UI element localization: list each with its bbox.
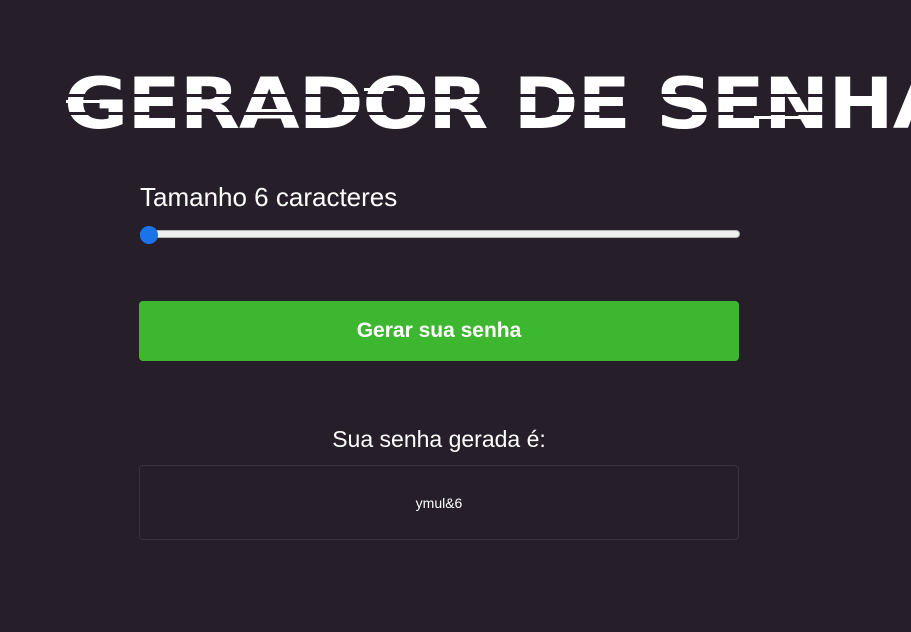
length-slider[interactable] <box>140 226 740 244</box>
logo-glitch-stroke <box>364 88 394 91</box>
password-value: ymul&6 <box>415 494 463 511</box>
generate-password-button[interactable]: Gerar sua senha <box>139 301 739 361</box>
logo-text: GERADOR DE SENHA <box>64 63 911 145</box>
logo-glitch-slice <box>64 94 824 97</box>
logo: GERADOR DE SENHA <box>64 64 911 144</box>
slider-track[interactable] <box>140 230 740 238</box>
length-label: Tamanho 6 caracteres <box>140 182 398 212</box>
logo-glitch-stroke <box>754 116 814 119</box>
slider-thumb[interactable] <box>140 226 158 244</box>
logo-glitch-stroke <box>66 100 102 103</box>
page: GERADOR DE SENHA Tamanho 6 caracteres Ge… <box>0 0 911 632</box>
logo-glitch-slice <box>64 112 824 115</box>
result-title: Sua senha gerada é: <box>332 426 546 452</box>
password-output[interactable]: ymul&6 <box>139 465 739 540</box>
